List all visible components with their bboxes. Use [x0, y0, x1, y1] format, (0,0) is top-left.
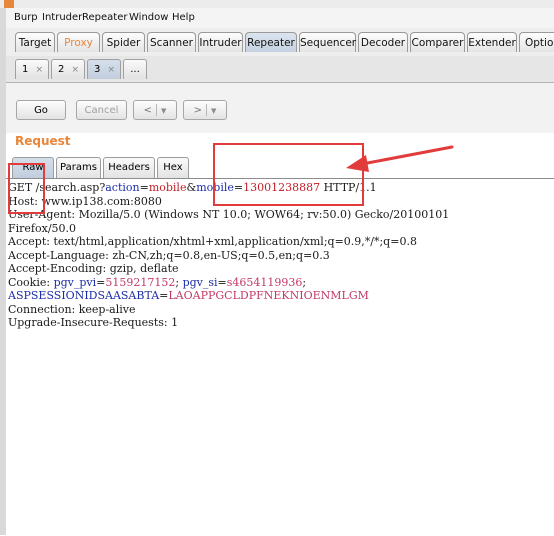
- repeater-tab-label: 2: [58, 64, 65, 75]
- chevron-down-icon[interactable]: ▼: [161, 107, 166, 115]
- menu-window[interactable]: Window: [129, 12, 168, 23]
- header-accept: Accept: text/html,application/xhtml+xml,…: [8, 235, 417, 248]
- tab-options[interactable]: Options: [519, 32, 554, 52]
- close-icon[interactable]: ×: [35, 60, 43, 80]
- chevron-right-icon: >: [193, 105, 202, 116]
- repeater-panel: Go Cancel < ▼ > ▼ Request Raw Params Heade…: [6, 83, 554, 536]
- tab-spider[interactable]: Spider: [102, 32, 145, 52]
- repeater-tab-label: 1: [22, 64, 29, 75]
- header-user-agent-cont: Firefox/50.0: [8, 221, 77, 235]
- header-cookie-session: ASPSESSIONIDSAASABTA=LAOAPPGCLDPFNEKNIOE…: [8, 289, 369, 302]
- menu-bar: Burp Intruder Repeater Window Help: [6, 8, 554, 28]
- chevron-down-icon[interactable]: ▼: [211, 107, 216, 115]
- close-icon[interactable]: ×: [71, 60, 79, 80]
- repeater-tab-2[interactable]: 2 ×: [51, 59, 85, 79]
- go-button[interactable]: Go: [16, 100, 66, 120]
- close-icon[interactable]: ×: [107, 60, 115, 80]
- tab-params[interactable]: Params: [56, 157, 101, 178]
- burp-logo-icon: [4, 0, 14, 8]
- tab-sequencer[interactable]: Sequencer: [299, 32, 356, 52]
- raw-request-editor[interactable]: GET /search.asp?action=mobile&mobile=130…: [6, 178, 554, 536]
- header-user-agent: User-Agent: Mozilla/5.0 (Windows NT 10.0…: [8, 208, 450, 221]
- chevron-left-icon: <: [143, 105, 152, 116]
- tab-hex[interactable]: Hex: [157, 157, 189, 178]
- tab-intruder[interactable]: Intruder: [198, 32, 243, 52]
- back-button[interactable]: < ▼: [133, 100, 177, 120]
- tab-comparer[interactable]: Comparer: [410, 32, 465, 52]
- menu-help[interactable]: Help: [172, 12, 195, 23]
- new-tab-button[interactable]: ...: [123, 59, 147, 79]
- header-host: Host: www.ip138.com:8080: [8, 194, 162, 208]
- tab-raw[interactable]: Raw: [12, 157, 54, 178]
- menu-repeater[interactable]: Repeater: [82, 12, 127, 23]
- tab-decoder[interactable]: Decoder: [358, 32, 408, 52]
- header-connection: Connection: keep-alive: [8, 302, 136, 316]
- tab-proxy[interactable]: Proxy: [57, 32, 100, 52]
- repeater-tab-label: 3: [94, 64, 101, 75]
- header-upgrade-insecure: Upgrade-Insecure-Requests: 1: [8, 316, 179, 329]
- tool-tabs: Target Proxy Spider Scanner Intruder Rep…: [6, 28, 554, 57]
- repeater-tab-3[interactable]: 3 ×: [87, 59, 121, 79]
- forward-button[interactable]: > ▼: [183, 100, 227, 120]
- tab-target[interactable]: Target: [15, 32, 55, 52]
- toolbar: Go Cancel < ▼ > ▼: [6, 83, 554, 133]
- menu-burp[interactable]: Burp: [14, 12, 38, 23]
- menu-intruder[interactable]: Intruder: [42, 12, 82, 23]
- header-accept-encoding: Accept-Encoding: gzip, deflate: [8, 262, 179, 275]
- request-line: GET /search.asp?action=mobile&mobile=130…: [8, 181, 377, 194]
- repeater-tabs: 1 × 2 × 3 × ...: [6, 56, 554, 83]
- cancel-button[interactable]: Cancel: [76, 100, 127, 120]
- tab-headers[interactable]: Headers: [103, 157, 155, 178]
- title-bar: [0, 0, 554, 8]
- request-title: Request: [15, 134, 71, 148]
- header-accept-language: Accept-Language: zh-CN,zh;q=0.8,en-US;q=…: [8, 248, 330, 262]
- tab-extender[interactable]: Extender: [467, 32, 517, 52]
- header-cookie: Cookie: pgv_pvi=5159217152; pgv_si=s4654…: [8, 275, 307, 289]
- tab-repeater[interactable]: Repeater: [245, 32, 297, 52]
- repeater-tab-1[interactable]: 1 ×: [15, 59, 49, 79]
- tab-scanner[interactable]: Scanner: [147, 32, 196, 52]
